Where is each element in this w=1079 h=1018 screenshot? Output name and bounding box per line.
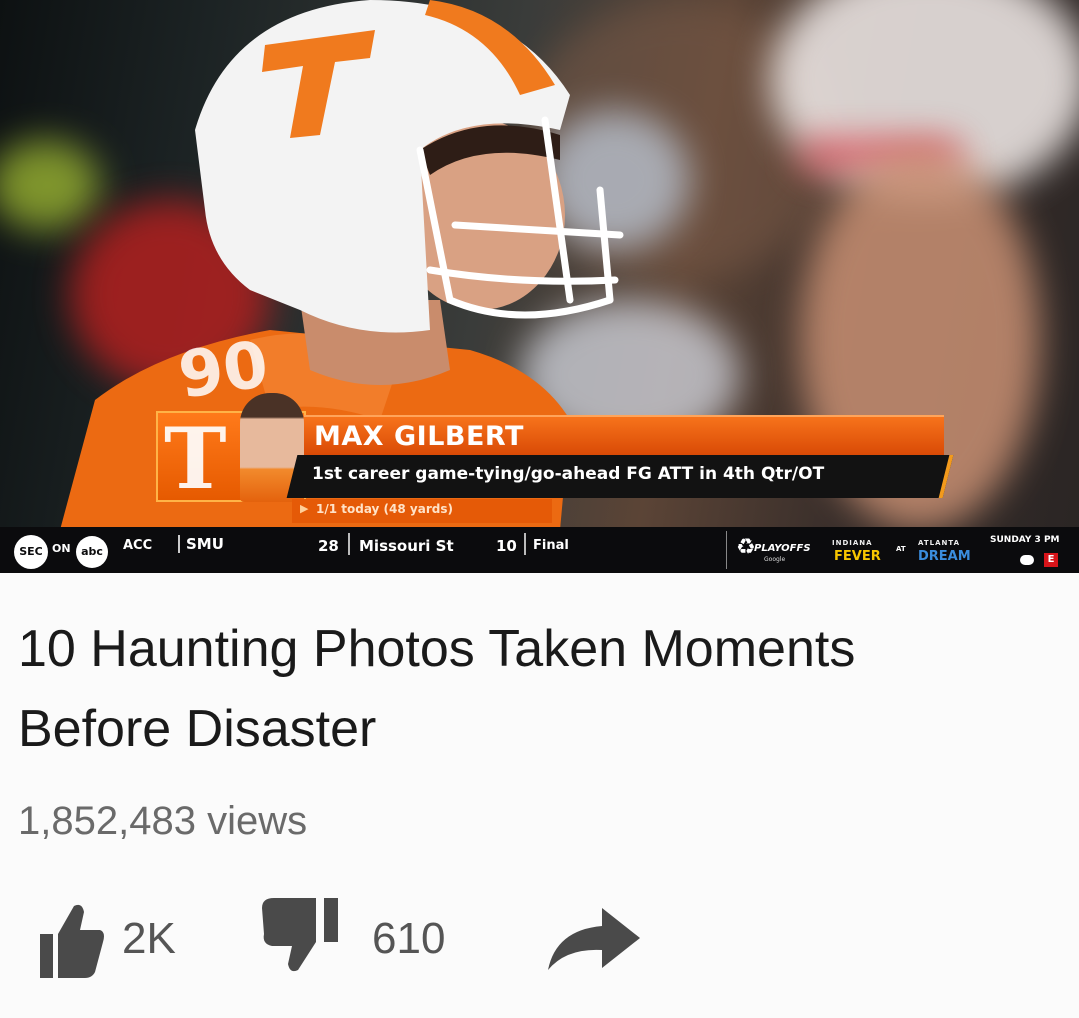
video-title: 10 Haunting Photos Taken Moments Before …	[18, 620, 856, 758]
basketball-player-icon: ♻	[736, 535, 756, 560]
away-city: INDIANA	[832, 539, 873, 547]
espn-network-icon: E	[1044, 553, 1058, 567]
sub-stat: 1/1 today (48 yards)	[316, 502, 453, 516]
ticker-team1: SMU	[178, 535, 224, 553]
wnba-playoffs-logo: ♻ PLAYOFFS Google	[736, 533, 814, 569]
playoffs-sponsor: Google	[764, 556, 786, 563]
like-button[interactable]: 2K	[40, 898, 200, 988]
team-logo-letter: T	[164, 409, 227, 508]
ticker-game-status: Final	[533, 538, 569, 553]
thumbs-down-icon	[262, 898, 338, 972]
score-ticker: SEC ON abc ACC SMU 28 Missouri St 10 Fin…	[0, 527, 1079, 573]
abc-network-icon	[1020, 555, 1034, 565]
share-arrow-icon	[548, 908, 640, 970]
ticker-separator	[524, 533, 526, 555]
playoffs-text: PLAYOFFS	[754, 543, 811, 554]
video-actions: 2K 610	[0, 898, 1079, 998]
player-name: MAX GILBERT	[314, 421, 524, 452]
sub-stat-strip: ▶ 1/1 today (48 yards)	[292, 499, 552, 523]
player-stat-line: 1st career game-tying/go-ahead FG ATT in…	[312, 464, 825, 484]
home-team: DREAM	[918, 549, 971, 564]
thumbs-up-icon	[40, 904, 104, 978]
dislike-button[interactable]: 610	[262, 898, 478, 988]
ticker-on-word: ON	[52, 542, 71, 555]
dislike-count: 610	[372, 914, 446, 963]
home-city: ATLANTA	[918, 539, 961, 547]
ticker-separator	[348, 533, 350, 555]
view-count: 1,852,483 views	[18, 799, 308, 843]
sec-network-logo: SEC	[14, 535, 48, 569]
at-word: AT	[896, 545, 906, 553]
ticker-team2: Missouri St	[359, 537, 454, 555]
ticker-score1: 28	[318, 537, 339, 555]
abc-logo: abc	[76, 536, 108, 568]
like-count: 2K	[122, 914, 176, 963]
ticker-conference: ACC	[123, 538, 153, 553]
name-bar: MAX GILBERT	[304, 415, 944, 455]
player-lower-third: T MAX GILBERT 1st career game-tying/go-a…	[156, 393, 954, 523]
broadcast-frame: 90 T MAX GILBERT 1st career game-tying/g…	[0, 0, 1079, 573]
game-time: SUNDAY 3 PM	[990, 535, 1060, 545]
away-team: FEVER	[834, 549, 881, 564]
video-info-panel: 10 Haunting Photos Taken Moments Before …	[0, 573, 1079, 1018]
ticker-divider	[726, 531, 727, 569]
play-arrow-icon: ▶	[300, 503, 309, 515]
ticker-score2: 10	[496, 537, 517, 555]
share-button[interactable]	[540, 898, 640, 988]
